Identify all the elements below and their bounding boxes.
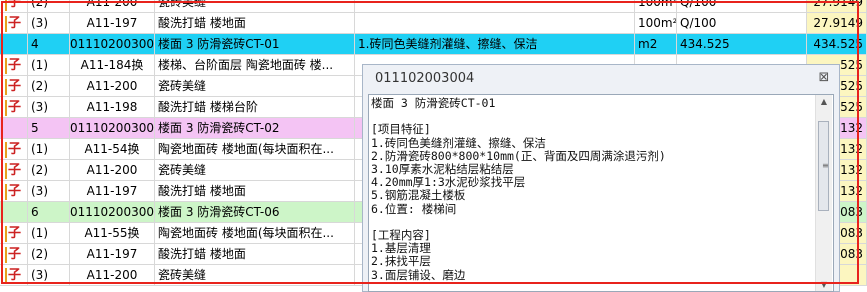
code-cell[interactable]: A11-200 bbox=[70, 265, 155, 285]
code-cell[interactable]: A11-200 bbox=[70, 160, 155, 180]
quantity-cell[interactable]: Q/100 bbox=[677, 0, 807, 12]
code-cell[interactable]: A11-197 bbox=[70, 13, 155, 33]
name-cell[interactable]: 楼面 3 防滑瓷砖CT-06 bbox=[155, 202, 355, 222]
name-cell[interactable]: 酸洗打蜡 楼地面 bbox=[155, 244, 355, 264]
index-cell[interactable]: (3) bbox=[28, 265, 70, 285]
name-cell[interactable]: 瓷砖美缝 bbox=[155, 0, 355, 12]
name-cell[interactable]: 酸洗打蜡 楼地面 bbox=[155, 181, 355, 201]
code-cell[interactable]: A11-55换 bbox=[70, 223, 155, 243]
popup-header: 011102003004 ⊠ bbox=[363, 65, 839, 93]
row-type-cell: 子 bbox=[0, 139, 28, 159]
feature-cell[interactable]: 1.砖同色美缝剂灌缝、擦缝、保洁 bbox=[355, 34, 635, 54]
amount-cell[interactable]: 434.525 bbox=[807, 34, 867, 54]
popup-scrollbar[interactable]: ▲ ≡ ▼ bbox=[815, 95, 832, 291]
feature-cell[interactable] bbox=[355, 13, 635, 33]
row-type-cell: 子 bbox=[0, 0, 28, 12]
popup-text: 楼面 3 防滑瓷砖CT-01 [项目特征] 1.砖同色美缝剂灌缝、擦缝、保洁 2… bbox=[371, 96, 666, 282]
index-cell[interactable]: (3) bbox=[28, 97, 70, 117]
name-cell[interactable]: 陶瓷地面砖 楼地面(每块面积在... bbox=[155, 139, 355, 159]
unit-cell[interactable]: 100m² bbox=[635, 13, 677, 33]
index-cell[interactable]: (2) bbox=[28, 0, 70, 12]
row-type-cell: 子 bbox=[0, 160, 28, 180]
name-cell[interactable]: 楼梯、台阶面层 陶瓷地面砖 楼... bbox=[155, 55, 355, 75]
quantity-cell[interactable]: 434.525 bbox=[677, 34, 807, 54]
index-cell[interactable]: 4 bbox=[28, 34, 70, 54]
popup-text-area[interactable]: 楼面 3 防滑瓷砖CT-01 [项目特征] 1.砖同色美缝剂灌缝、擦缝、保洁 2… bbox=[368, 94, 834, 292]
index-cell[interactable]: (1) bbox=[28, 223, 70, 243]
row-type-cell: 子 bbox=[0, 76, 28, 96]
index-cell[interactable]: (1) bbox=[28, 55, 70, 75]
sub-item-icon: 子 bbox=[4, 79, 23, 95]
row-type-cell: 子 bbox=[0, 265, 28, 285]
code-cell[interactable]: A11-200 bbox=[70, 0, 155, 12]
feature-cell[interactable] bbox=[355, 0, 635, 12]
sub-item-icon: 子 bbox=[4, 100, 23, 116]
sub-item-icon: 子 bbox=[4, 142, 23, 158]
sub-item-icon: 子 bbox=[4, 0, 23, 11]
sub-item-icon: 子 bbox=[4, 58, 23, 74]
index-cell[interactable]: (1) bbox=[28, 139, 70, 159]
row-type-cell: 子 bbox=[0, 13, 28, 33]
item-description-popup: 011102003004 ⊠ 楼面 3 防滑瓷砖CT-01 [项目特征] 1.砖… bbox=[362, 64, 840, 292]
sub-item-icon: 子 bbox=[4, 268, 23, 284]
row-type-cell bbox=[0, 118, 28, 138]
quantity-cell[interactable]: Q/100 bbox=[677, 13, 807, 33]
name-cell[interactable]: 楼面 3 防滑瓷砖CT-02 bbox=[155, 118, 355, 138]
code-cell[interactable]: A11-54换 bbox=[70, 139, 155, 159]
code-cell[interactable]: 011102003006 bbox=[70, 202, 155, 222]
scroll-up-icon[interactable]: ▲ bbox=[819, 97, 829, 106]
popup-title: 011102003004 bbox=[375, 71, 475, 86]
code-cell[interactable]: 011102003004 bbox=[70, 34, 155, 54]
index-cell[interactable]: 6 bbox=[28, 202, 70, 222]
code-cell[interactable]: A11-200 bbox=[70, 76, 155, 96]
amount-cell[interactable]: 27.9149 bbox=[807, 13, 867, 33]
row-type-cell: 子 bbox=[0, 181, 28, 201]
index-cell[interactable]: (3) bbox=[28, 181, 70, 201]
amount-cell[interactable]: 27.9149 bbox=[807, 0, 867, 12]
row-type-cell bbox=[0, 34, 28, 54]
name-cell[interactable]: 瓷砖美缝 bbox=[155, 76, 355, 96]
table-row-item[interactable]: 4 011102003004 楼面 3 防滑瓷砖CT-01 1.砖同色美缝剂灌缝、擦缝… bbox=[0, 34, 867, 55]
scroll-thumb[interactable]: ≡ bbox=[818, 121, 829, 211]
code-cell[interactable]: A11-197 bbox=[70, 244, 155, 264]
unit-cell[interactable]: m2 bbox=[635, 34, 677, 54]
scroll-down-icon[interactable]: ▼ bbox=[819, 280, 829, 289]
close-icon[interactable]: ⊠ bbox=[817, 71, 831, 85]
name-cell[interactable]: 楼面 3 防滑瓷砖CT-01 bbox=[155, 34, 355, 54]
index-cell[interactable]: 5 bbox=[28, 118, 70, 138]
index-cell[interactable]: (2) bbox=[28, 76, 70, 96]
name-cell[interactable]: 酸洗打蜡 楼梯台阶 bbox=[155, 97, 355, 117]
name-cell[interactable]: 酸洗打蜡 楼地面 bbox=[155, 13, 355, 33]
sub-item-icon: 子 bbox=[4, 184, 23, 200]
index-cell[interactable]: (2) bbox=[28, 244, 70, 264]
index-cell[interactable]: (2) bbox=[28, 160, 70, 180]
row-type-cell: 子 bbox=[0, 97, 28, 117]
row-type-cell: 子 bbox=[0, 244, 28, 264]
name-cell[interactable]: 瓷砖美缝 bbox=[155, 160, 355, 180]
sub-item-icon: 子 bbox=[4, 163, 23, 179]
code-cell[interactable]: A11-197 bbox=[70, 181, 155, 201]
grip-icon: ≡ bbox=[822, 161, 829, 170]
name-cell[interactable]: 陶瓷地面砖 楼地面(每块面积在... bbox=[155, 223, 355, 243]
code-cell[interactable]: 011102003005 bbox=[70, 118, 155, 138]
code-cell[interactable]: A11-184换 bbox=[70, 55, 155, 75]
table-row-sub[interactable]: 子 (3) A11-197 酸洗打蜡 楼地面 100m² Q/100 27.9149 bbox=[0, 13, 867, 34]
sub-item-icon: 子 bbox=[4, 16, 23, 32]
row-type-cell: 子 bbox=[0, 55, 28, 75]
code-cell[interactable]: A11-198 bbox=[70, 97, 155, 117]
row-type-cell bbox=[0, 202, 28, 222]
name-cell[interactable]: 瓷砖美缝 bbox=[155, 265, 355, 285]
table-row-sub[interactable]: 子 (2) A11-200 瓷砖美缝 100m² Q/100 27.9149 bbox=[0, 0, 867, 13]
sub-item-icon: 子 bbox=[4, 226, 23, 242]
unit-cell[interactable]: 100m² bbox=[635, 0, 677, 12]
sub-item-icon: 子 bbox=[4, 247, 23, 263]
row-type-cell: 子 bbox=[0, 223, 28, 243]
index-cell[interactable]: (3) bbox=[28, 13, 70, 33]
